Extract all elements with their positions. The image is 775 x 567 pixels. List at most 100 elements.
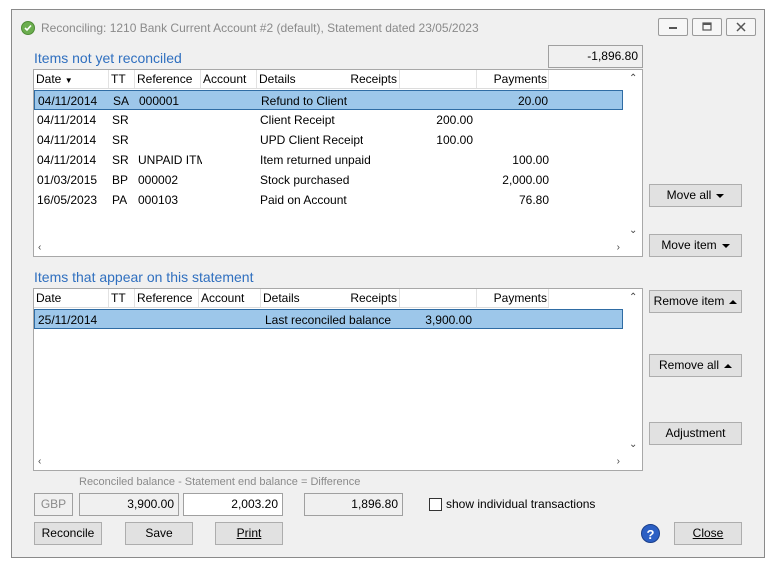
cell-payments: 100.00 [512, 153, 549, 167]
table-row[interactable]: 04/11/2014 SA 000001 Refund to Client 20… [34, 90, 623, 110]
scroll-down-icon[interactable]: ⌄ [629, 226, 637, 236]
column-header-details[interactable]: Details [259, 72, 296, 86]
table-row[interactable]: 16/05/2023 PA 000103 Paid on Account 76.… [34, 190, 623, 210]
table-row[interactable]: 04/11/2014 SR UNPAID ITM Item returned u… [34, 150, 623, 170]
move-all-button[interactable]: Move all [649, 184, 742, 207]
cell-payments: 76.80 [518, 193, 549, 207]
title-bar: Reconciling: 1210 Bank Current Account #… [12, 10, 764, 44]
minimize-button[interactable] [658, 18, 688, 36]
column-header-receipts[interactable]: Receipts [350, 72, 397, 86]
sort-desc-icon: ▼ [64, 76, 73, 85]
cell-receipts: 3,900.00 [425, 313, 472, 327]
cell-date: 16/05/2023 [37, 193, 98, 207]
column-header-receipts[interactable]: Receipts [350, 291, 397, 305]
scroll-right-icon[interactable]: › [617, 243, 620, 253]
cell-tt: SR [112, 133, 129, 147]
cell-receipts: 100.00 [436, 133, 473, 147]
help-icon[interactable]: ? [641, 524, 660, 543]
close-button[interactable]: Close [674, 522, 742, 545]
column-header-payments[interactable]: Payments [494, 72, 547, 86]
cell-details: Client Receipt [260, 113, 335, 127]
cell-reference: 000002 [138, 173, 179, 187]
check-circle-icon [21, 21, 35, 35]
caret-down-icon [716, 193, 725, 198]
cell-details: Refund to Client [261, 94, 348, 108]
cell-date: 04/11/2014 [38, 94, 98, 108]
column-header-date[interactable]: Date ▼ [36, 72, 73, 86]
column-header-reference[interactable]: Reference [137, 72, 192, 86]
maximize-button[interactable] [692, 18, 722, 36]
scroll-up-icon[interactable]: ⌃ [629, 74, 637, 84]
column-header-reference[interactable]: Reference [137, 291, 192, 305]
close-window-button[interactable] [726, 18, 756, 36]
remove-item-button[interactable]: Remove item [649, 290, 742, 313]
cell-tt: SA [113, 94, 130, 108]
caret-down-icon [721, 243, 730, 248]
vertical-scrollbar[interactable]: ⌃ ⌄ [624, 70, 642, 256]
caret-up-icon [724, 363, 733, 368]
balance-formula-label: Reconciled balance - Statement end balan… [79, 476, 361, 488]
remove-item-label: Remove item [653, 294, 725, 308]
cell-details: UPD Client Receipt [260, 133, 364, 147]
column-header-date[interactable]: Date [36, 291, 61, 305]
horizontal-scrollbar[interactable]: ‹ › [34, 240, 624, 256]
adjustment-button[interactable]: Adjustment [649, 422, 742, 445]
table-row[interactable]: 04/11/2014 SR UPD Client Receipt 100.00 [34, 130, 623, 150]
cell-date: 01/03/2015 [37, 173, 98, 187]
cell-payments: 2,000.00 [502, 173, 549, 187]
window-title: Reconciling: 1210 Bank Current Account #… [41, 21, 479, 35]
table-row[interactable]: 04/11/2014 SR Client Receipt 200.00 [34, 110, 623, 130]
scroll-right-icon[interactable]: › [617, 457, 620, 467]
table-row[interactable]: 01/03/2015 BP 000002 Stock purchased 2,0… [34, 170, 623, 190]
column-header-payments[interactable]: Payments [494, 291, 547, 305]
cell-tt: SR [112, 113, 129, 127]
statement-end-balance-input[interactable]: 2,003.20 [183, 493, 283, 516]
remove-all-label: Remove all [658, 358, 720, 372]
horizontal-scrollbar[interactable]: ‹ › [34, 454, 624, 470]
cell-tt: SR [112, 153, 129, 167]
scroll-left-icon[interactable]: ‹ [38, 457, 41, 467]
cell-details: Stock purchased [260, 173, 350, 187]
cell-details: Paid on Account [260, 193, 347, 207]
cell-reference: UNPAID ITM [138, 153, 202, 167]
cell-payments: 20.00 [517, 94, 548, 108]
statement-table-header: Date TT Reference Account Details Receip… [34, 289, 549, 308]
save-button[interactable]: Save [125, 522, 193, 545]
show-individual-checkbox[interactable] [429, 498, 442, 511]
column-header-account[interactable]: Account [201, 291, 244, 305]
cell-date: 04/11/2014 [37, 153, 97, 167]
cell-date: 04/11/2014 [37, 113, 97, 127]
unreconciled-section-title: Items not yet reconciled [34, 50, 182, 66]
print-button[interactable]: Print [215, 522, 283, 545]
scroll-left-icon[interactable]: ‹ [38, 243, 41, 253]
scroll-up-icon[interactable]: ⌃ [629, 293, 637, 303]
move-all-label: Move all [666, 188, 712, 202]
cell-date: 25/11/2014 [38, 313, 98, 327]
difference-field: 1,896.80 [304, 493, 403, 516]
move-item-button[interactable]: Move item [649, 234, 742, 257]
reconcile-button[interactable]: Reconcile [34, 522, 102, 545]
column-header-details[interactable]: Details [263, 291, 300, 305]
cell-reference: 000103 [138, 193, 179, 207]
scroll-down-icon[interactable]: ⌄ [629, 440, 637, 450]
move-item-label: Move item [661, 238, 717, 252]
table-row[interactable]: 25/11/2014 Last reconciled balance 3,900… [34, 309, 623, 329]
cell-reference: 000001 [139, 94, 180, 108]
column-header-account[interactable]: Account [203, 72, 246, 86]
unreconciled-total: -1,896.80 [548, 45, 643, 68]
statement-section-title: Items that appear on this statement [34, 269, 254, 285]
cell-details: Last reconciled balance [265, 313, 392, 327]
column-header-tt[interactable]: TT [111, 291, 126, 305]
column-header-tt[interactable]: TT [111, 72, 126, 86]
caret-up-icon [729, 299, 738, 304]
unreconciled-table[interactable]: Date ▼ TT Reference Account Details Rece… [33, 69, 643, 257]
remove-all-button[interactable]: Remove all [649, 354, 742, 377]
cell-receipts: 200.00 [436, 113, 473, 127]
reconciled-balance-field: 3,900.00 [79, 493, 179, 516]
statement-table[interactable]: Date TT Reference Account Details Receip… [33, 288, 643, 471]
cell-date: 04/11/2014 [37, 133, 97, 147]
cell-tt: BP [112, 173, 129, 187]
cell-tt: PA [112, 193, 128, 207]
show-individual-label[interactable]: show individual transactions [446, 497, 595, 511]
vertical-scrollbar[interactable]: ⌃ ⌄ [624, 289, 642, 470]
